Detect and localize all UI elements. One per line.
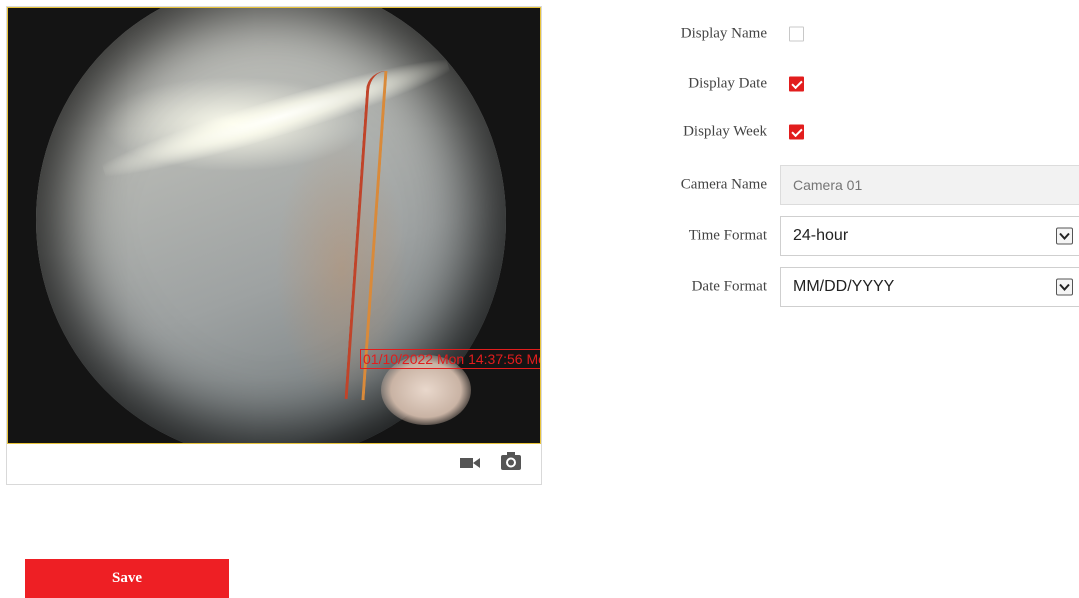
date-format-value: MM/DD/YYYY (793, 278, 895, 295)
camera-name-input[interactable] (780, 165, 1079, 205)
light-glare (98, 48, 454, 188)
time-format-value: 24-hour (793, 227, 849, 244)
save-button[interactable]: Save (25, 559, 229, 598)
display-name-row: Display Name (600, 14, 1079, 54)
video-feed: 01/10/2022 Mon 14:37:56 Monday (7, 7, 541, 444)
date-format-select[interactable]: MM/DD/YYYY (780, 267, 1079, 307)
camera-name-label: Camera Name (680, 176, 767, 193)
chevron-down-icon[interactable] (1056, 227, 1073, 245)
chevron-down-icon[interactable] (1056, 278, 1073, 296)
display-date-checkbox[interactable] (789, 76, 804, 92)
display-date-row: Display Date (600, 64, 1079, 104)
live-preview-panel: 01/10/2022 Mon 14:37:56 Monday (6, 6, 542, 485)
display-name-label: Display Name (680, 25, 767, 42)
camera-snapshot-icon[interactable] (500, 451, 522, 476)
display-date-label: Display Date (688, 75, 767, 92)
date-format-label: Date Format (691, 278, 767, 295)
camera-name-row: Camera Name (600, 165, 1079, 205)
video-camera-icon[interactable] (459, 454, 481, 475)
display-week-row: Display Week (600, 112, 1079, 152)
display-week-label: Display Week (683, 123, 767, 140)
time-format-row: Time Format 24-hour (600, 216, 1079, 256)
time-format-label: Time Format (688, 227, 767, 244)
time-format-select[interactable]: 24-hour (780, 216, 1079, 256)
display-week-checkbox[interactable] (789, 124, 804, 140)
fisheye-image (36, 8, 506, 443)
date-format-row: Date Format MM/DD/YYYY (600, 267, 1079, 307)
osd-overlay[interactable]: 01/10/2022 Mon 14:37:56 Monday (360, 349, 540, 369)
display-name-checkbox[interactable] (789, 26, 804, 42)
